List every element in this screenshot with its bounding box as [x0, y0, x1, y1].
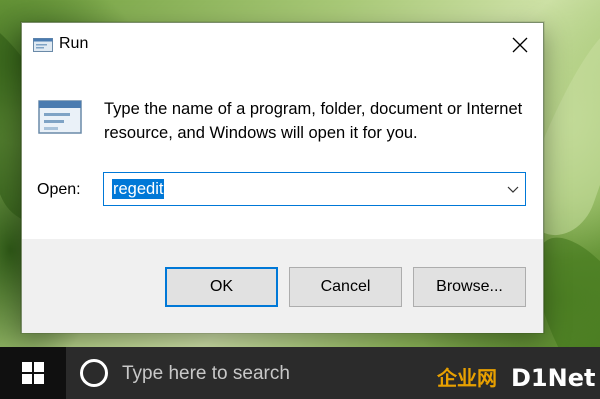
dialog-footer: OK Cancel Browse... [22, 239, 543, 333]
dialog-title: Run [59, 35, 89, 52]
windows-logo-icon [22, 362, 44, 384]
open-combobox[interactable]: regedit [103, 172, 526, 206]
watermark-logo: 企业网 D1Net [437, 364, 595, 392]
start-button[interactable] [0, 347, 66, 399]
watermark-d1net: D1Net [511, 364, 595, 392]
run-dialog: Run Type the name of a program, folder, … [21, 22, 544, 333]
ok-button[interactable]: OK [165, 267, 278, 307]
cancel-button[interactable]: Cancel [289, 267, 402, 307]
dialog-description: Type the name of a program, folder, docu… [104, 100, 523, 142]
browse-button[interactable]: Browse... [413, 267, 526, 307]
close-button[interactable] [497, 23, 543, 67]
taskbar: Type here to search 企业网 D1Net [0, 347, 600, 399]
run-icon [38, 100, 82, 134]
cortana-icon[interactable] [80, 359, 108, 387]
title-bar[interactable]: Run [22, 23, 543, 67]
watermark-cn: 企业网 [437, 366, 497, 390]
open-label: Open: [37, 181, 81, 198]
chevron-down-icon[interactable] [507, 184, 519, 194]
run-icon [33, 38, 53, 52]
search-placeholder: Type here to search [122, 363, 290, 384]
open-input-value[interactable]: regedit [112, 179, 165, 199]
close-icon [512, 37, 528, 53]
